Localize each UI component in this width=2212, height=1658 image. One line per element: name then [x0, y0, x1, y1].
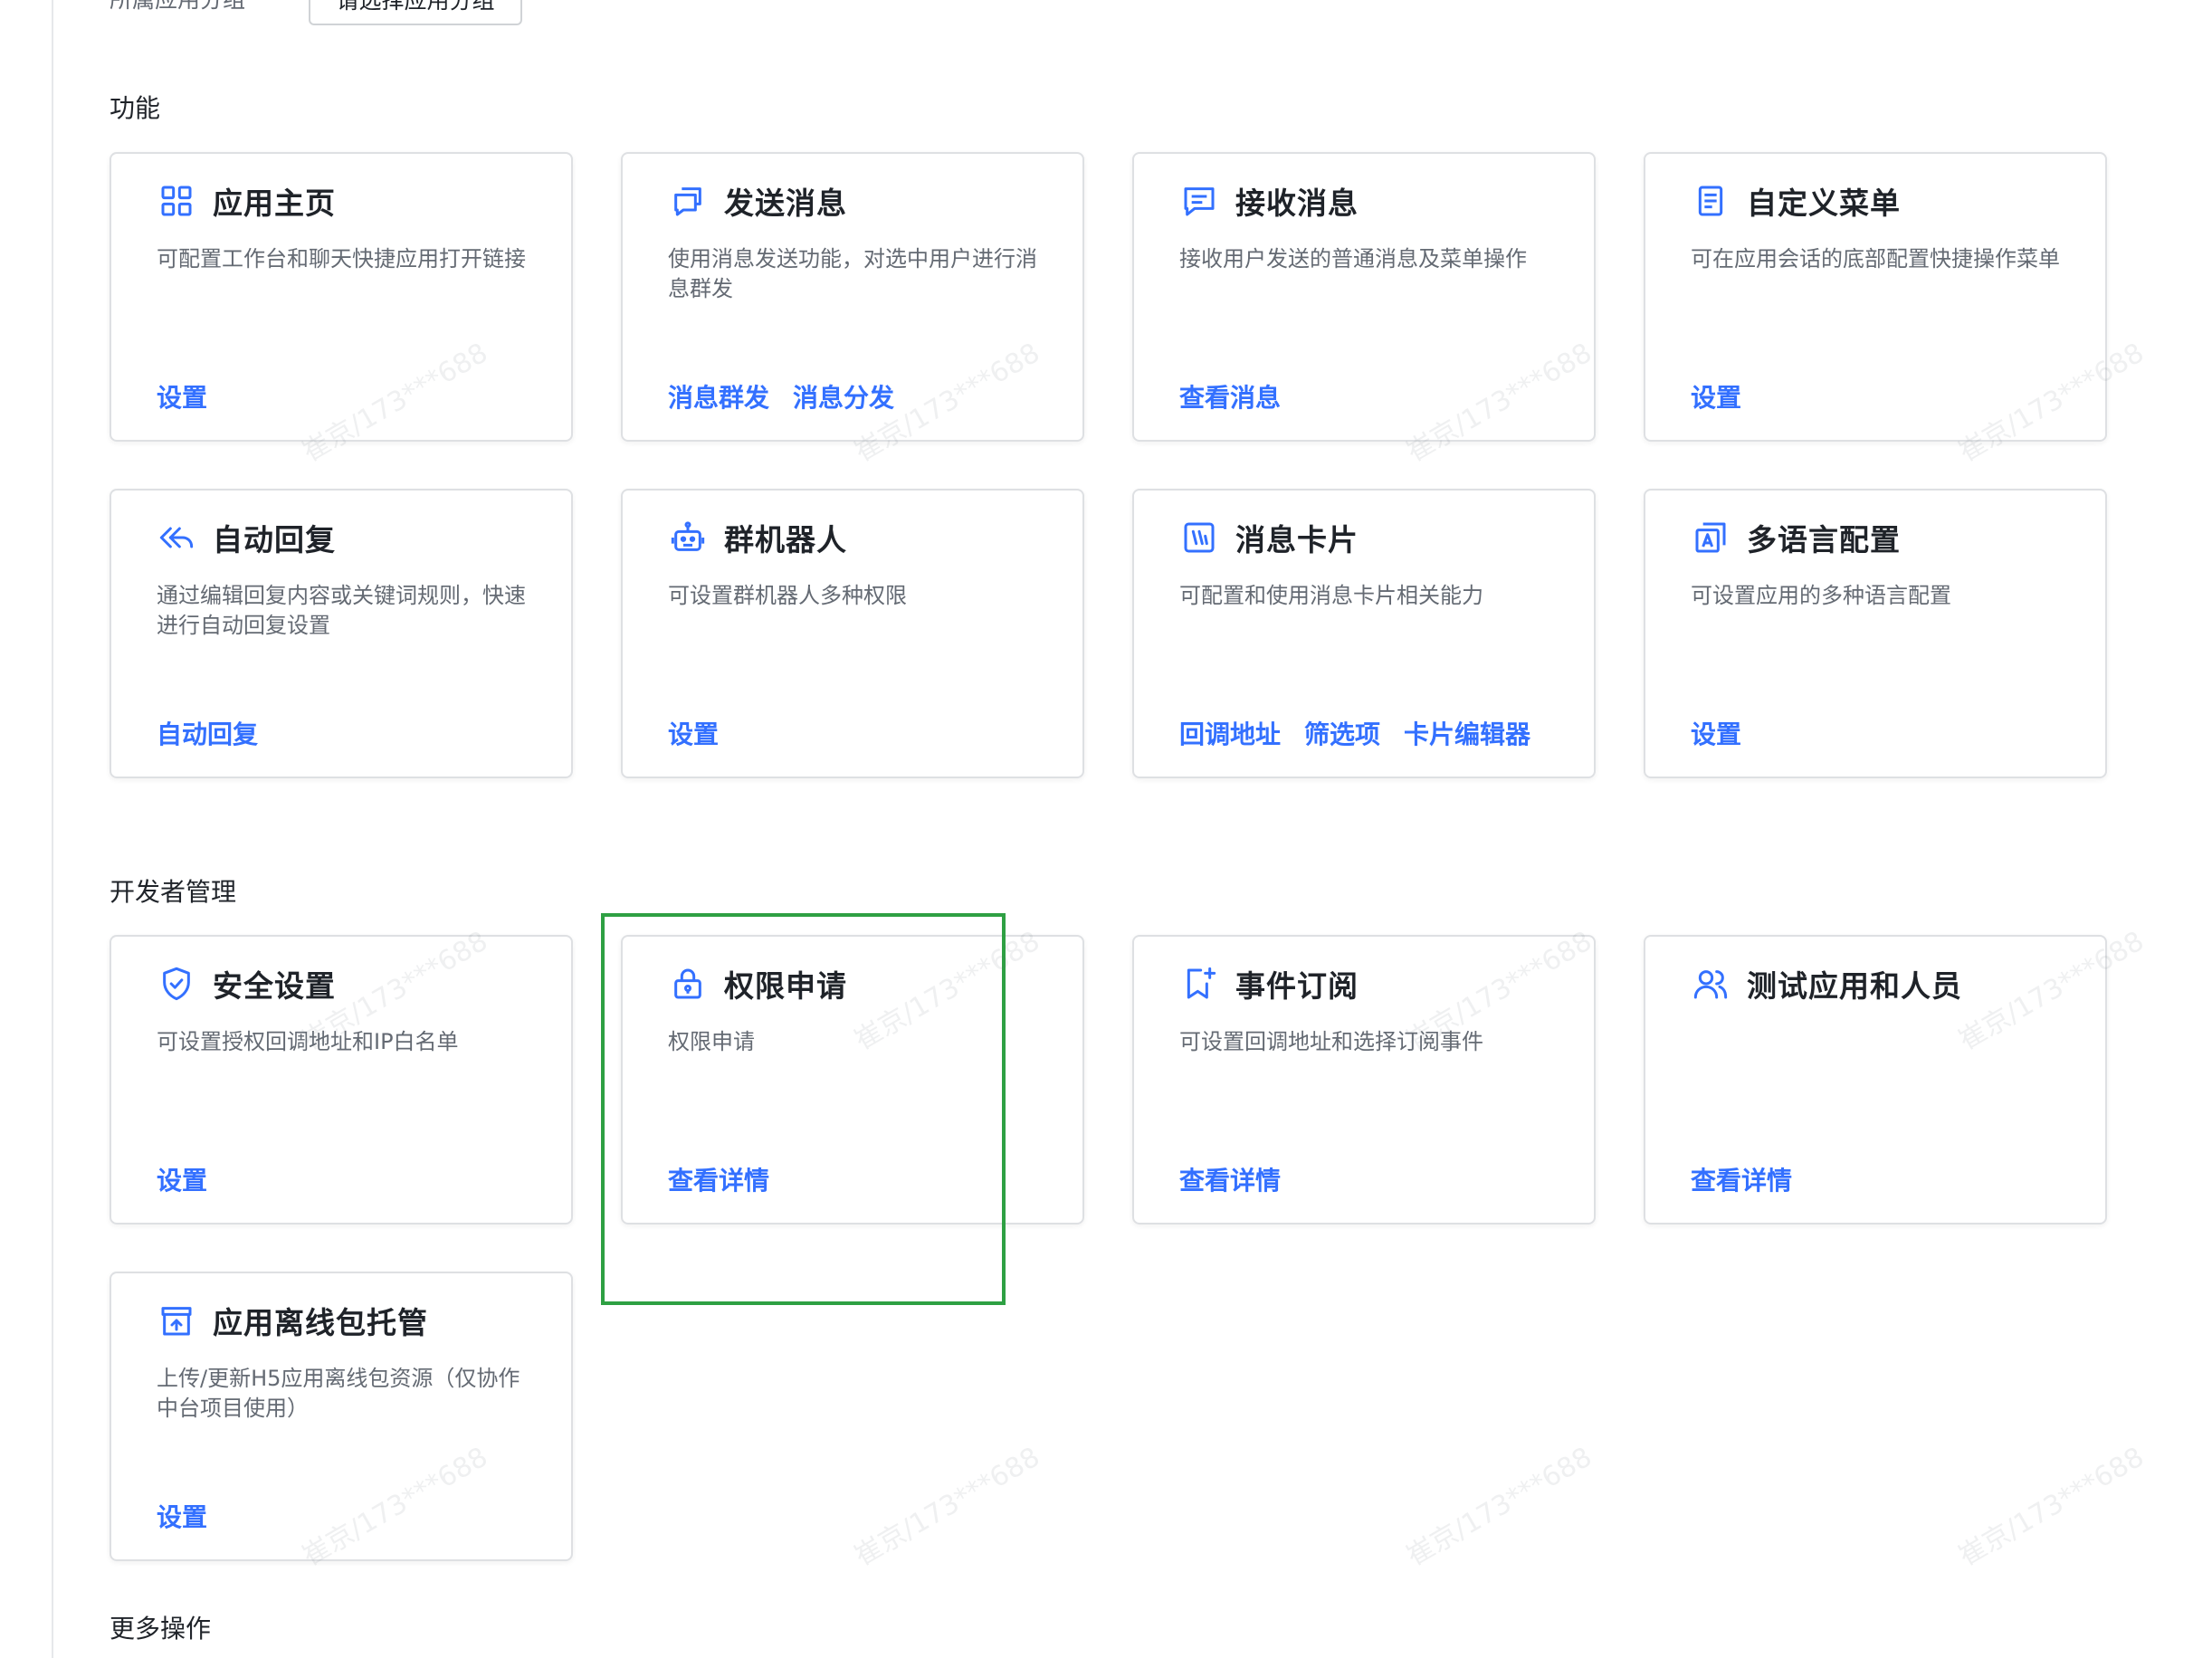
watermark: 崔京/173***688 [1953, 1441, 2150, 1573]
card-description: 可配置和使用消息卡片相关能力 [1179, 583, 1483, 608]
mass-message-link[interactable]: 消息群发 [668, 378, 769, 414]
card-description: 上传/更新H5应用离线包资源（仅协作中台项目使用） [157, 1366, 520, 1421]
card-send-message: 发送消息 使用消息发送功能，对选中用户进行消息群发 消息群发 消息分发 [621, 152, 1084, 442]
card-title: 应用主页 [213, 186, 336, 221]
section-title-developer: 开发者管理 [110, 877, 237, 907]
card-message-card: 消息卡片 可配置和使用消息卡片相关能力 回调地址 筛选项 卡片编辑器 [1132, 489, 1596, 778]
bookmark-plus-icon [1179, 964, 1219, 1004]
card-title: 测试应用和人员 [1747, 968, 1962, 1004]
watermark: 崔京/173***688 [1401, 1441, 1597, 1573]
card-test-app-members: 测试应用和人员 查看详情 [1644, 935, 2107, 1224]
card-description: 可设置应用的多种语言配置 [1691, 583, 1951, 608]
card-title: 自定义菜单 [1747, 186, 1901, 221]
card-custom-menu: 自定义菜单 可在应用会话的底部配置快捷操作菜单 设置 [1644, 152, 2107, 442]
shield-check-icon [157, 964, 196, 1004]
watermark: 崔京/173***688 [849, 1441, 1045, 1573]
offline-package-settings-link[interactable]: 设置 [157, 1498, 207, 1534]
card-receive-message: 接收消息 接收用户发送的普通消息及菜单操作 查看消息 [1132, 152, 1596, 442]
filter-options-link[interactable]: 筛选项 [1304, 715, 1380, 751]
section-title-features: 功能 [110, 93, 161, 123]
security-settings-link[interactable]: 设置 [157, 1161, 207, 1197]
test-members-details-link[interactable]: 查看详情 [1691, 1161, 1792, 1197]
grid-icon [157, 181, 196, 221]
card-description: 接收用户发送的普通消息及菜单操作 [1179, 246, 1527, 272]
card-description: 可配置工作台和聊天快捷应用打开链接 [157, 246, 526, 272]
app-home-settings-link[interactable]: 设置 [157, 378, 207, 414]
card-title: 应用离线包托管 [213, 1305, 428, 1340]
menu-document-icon [1691, 181, 1731, 221]
card-editor-link[interactable]: 卡片编辑器 [1404, 715, 1530, 751]
card-event-subscription: 事件订阅 可设置回调地址和选择订阅事件 查看详情 [1132, 935, 1596, 1224]
card-title: 发送消息 [724, 186, 847, 221]
card-offline-package: 应用离线包托管 上传/更新H5应用离线包资源（仅协作中台项目使用） 设置 [110, 1272, 573, 1561]
package-upload-icon [157, 1301, 196, 1340]
highlight-box [601, 913, 1006, 1305]
card-group-bot: 群机器人 可设置群机器人多种权限 设置 [621, 489, 1084, 778]
select-app-group-button[interactable]: 请选择应用分组 [309, 0, 522, 25]
card-title: 事件订阅 [1235, 968, 1359, 1004]
message-icon [1179, 181, 1219, 221]
card-title: 群机器人 [724, 522, 847, 557]
app-capabilities-page: 所属应用分组 请选择应用分组 功能 开发者管理 更多操作 应用主页 可配置工作台… [0, 0, 2212, 1658]
section-title-more: 更多操作 [110, 1614, 212, 1644]
app-group-row: 所属应用分组 请选择应用分组 [110, 0, 522, 25]
language-icon [1691, 518, 1731, 557]
card-title: 消息卡片 [1235, 522, 1359, 557]
view-messages-link[interactable]: 查看消息 [1179, 378, 1281, 414]
message-dispatch-link[interactable]: 消息分发 [793, 378, 894, 414]
event-subscription-details-link[interactable]: 查看详情 [1179, 1161, 1281, 1197]
custom-menu-settings-link[interactable]: 设置 [1691, 378, 1741, 414]
card-title: 多语言配置 [1747, 522, 1901, 557]
card-multilanguage: 多语言配置 可设置应用的多种语言配置 设置 [1644, 489, 2107, 778]
card-description: 可在应用会话的底部配置快捷操作菜单 [1691, 246, 2060, 272]
card-description: 可设置回调地址和选择订阅事件 [1179, 1029, 1483, 1054]
auto-reply-link[interactable]: 自动回复 [157, 715, 258, 751]
card-description: 可设置授权回调地址和IP白名单 [157, 1029, 459, 1054]
app-group-label: 所属应用分组 [110, 0, 245, 14]
card-auto-reply: 自动回复 通过编辑回复内容或关键词规则，快速进行自动回复设置 自动回复 [110, 489, 573, 778]
message-card-icon [1179, 518, 1219, 557]
multilanguage-settings-link[interactable]: 设置 [1691, 715, 1741, 751]
group-bot-settings-link[interactable]: 设置 [668, 715, 719, 751]
card-description: 使用消息发送功能，对选中用户进行消息群发 [668, 246, 1037, 301]
card-description: 可设置群机器人多种权限 [668, 583, 907, 608]
card-title: 接收消息 [1235, 186, 1359, 221]
card-security-settings: 安全设置 可设置授权回调地址和IP白名单 设置 [110, 935, 573, 1224]
card-title: 自动回复 [213, 522, 336, 557]
card-description: 通过编辑回复内容或关键词规则，快速进行自动回复设置 [157, 583, 526, 638]
chat-bubbles-icon [668, 181, 708, 221]
robot-icon [668, 518, 708, 557]
card-title: 安全设置 [213, 968, 336, 1004]
callback-url-link[interactable]: 回调地址 [1179, 715, 1281, 751]
reply-all-icon [157, 518, 196, 557]
card-app-home: 应用主页 可配置工作台和聊天快捷应用打开链接 设置 [110, 152, 573, 442]
users-icon [1691, 964, 1731, 1004]
